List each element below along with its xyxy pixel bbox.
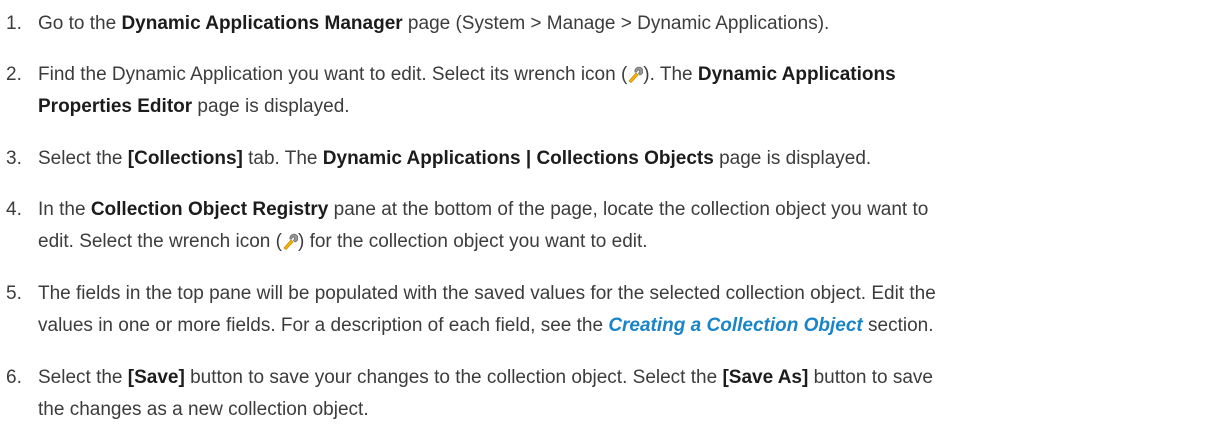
ui-term: Collection Object Registry [90,199,329,220]
step-line: the changes as a new collection object. [38,394,1223,426]
step-text-run: pane at the bottom of the page, locate t… [328,199,929,220]
step-line: Find the Dynamic Application you want to… [38,59,1223,91]
step-text-run: Go to the [38,13,122,34]
ui-term: Dynamic Applications | Collections Objec… [322,148,714,169]
step-number: 5. [6,283,22,304]
step-number: 1. [6,13,22,34]
step-text-run: Find the Dynamic Application you want to… [38,64,628,85]
step-text-run: tab. The [242,148,323,169]
ui-term: Properties Editor [38,96,193,117]
step-text-run: button to save [808,367,933,388]
step-line: Select the [Save] button to save your ch… [38,362,1223,394]
section-link[interactable]: Creating a Collection Object [608,315,862,336]
step-text-run: section. [862,315,934,336]
step-text-run: values in one or more fields. For a desc… [38,315,609,336]
step-text-run: ) for the collection object you want to … [297,231,648,252]
step-text: Go to the Dynamic Applications Manager p… [38,8,1223,40]
step-text-run: page (System > Manage > Dynamic Applicat… [402,13,830,34]
step-number: 3. [6,148,22,169]
step-text-run: In the [38,199,91,220]
step-line: Go to the Dynamic Applications Manager p… [38,8,1223,40]
step-text: Select the [Collections] tab. The Dynami… [38,143,1223,175]
step-text-run: edit. Select the wrench icon ( [38,231,282,252]
step-text-run: The fields in the top pane will be popul… [38,283,936,304]
step-text: The fields in the top pane will be popul… [38,278,1223,342]
step-text: Find the Dynamic Application you want to… [38,59,1223,123]
ui-term: Dynamic Applications [697,64,896,85]
step-text-run: Select the [38,367,128,388]
ui-term: [Save] [127,367,185,388]
step-line: Select the [Collections] tab. The Dynami… [38,143,1223,175]
wrench-icon [627,62,644,84]
step-number: 4. [6,199,22,220]
step-text-run: page is displayed. [192,96,350,117]
step-text: Select the [Save] button to save your ch… [38,362,1223,426]
step-line: edit. Select the wrench icon ( ) for the … [38,226,1223,258]
step-text-run: page is displayed. [713,148,872,169]
ui-term: [Collections] [127,148,243,169]
ui-term: Dynamic Applications Manager [121,13,403,34]
wrench-icon [282,229,299,251]
step-line: Properties Editor page is displayed. [38,91,1223,123]
step-text-run: Select the [38,148,128,169]
step-line: The fields in the top pane will be popul… [38,278,1223,310]
step-number: 2. [6,64,22,85]
step-text-run: the changes as a new collection object. [38,399,369,420]
ui-term: [Save As] [722,367,809,388]
step-line: values in one or more fields. For a desc… [38,310,1223,342]
step-number: 6. [6,367,22,388]
step-text-run: ). The [643,64,698,85]
step-text: In the Collection Object Registry pane a… [38,194,1223,258]
step-line: In the Collection Object Registry pane a… [38,194,1223,226]
step-text-run: button to save your changes to the colle… [184,367,723,388]
